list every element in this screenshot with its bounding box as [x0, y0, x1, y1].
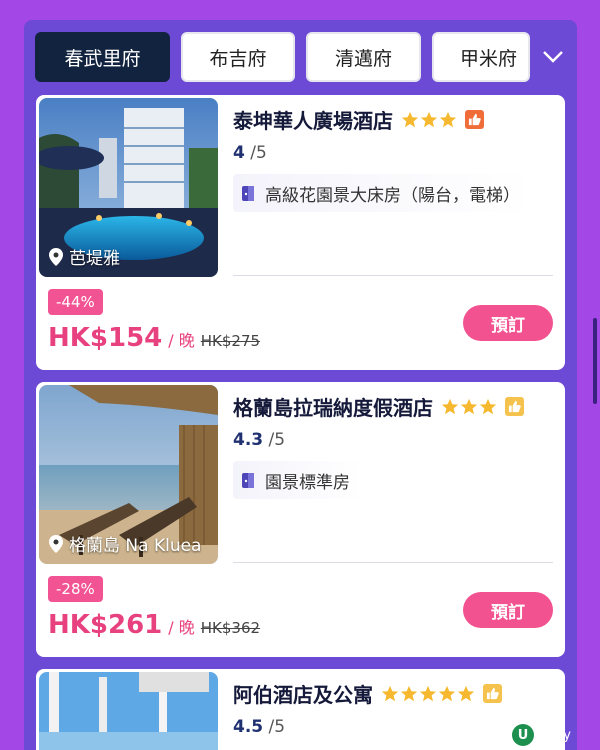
hotel-name-row: 阿伯酒店及公寓	[233, 679, 502, 708]
tab-chonburi[interactable]: 春武里府	[35, 32, 170, 82]
room-icon	[242, 473, 254, 488]
region-tabs: 春武里府 布吉府 清邁府 甲米府	[35, 32, 573, 84]
watermark: U unity	[512, 724, 571, 746]
star-rating	[381, 685, 475, 703]
chevron-down-icon	[543, 51, 563, 63]
star-icon	[441, 398, 459, 414]
hotel-card[interactable]: 阿伯酒店及公寓 4.5 /5	[36, 669, 565, 750]
location-label: 格蘭島 Na Kluea	[49, 531, 201, 556]
star-icon	[401, 111, 419, 127]
star-icon	[420, 111, 438, 127]
hotel-photo[interactable]: 芭堤雅	[39, 98, 218, 277]
room-type: 園景標準房	[233, 461, 362, 499]
guest-rating: 4.3 /5	[233, 430, 285, 450]
original-price: HK$275	[200, 332, 261, 350]
scrollbar[interactable]	[593, 318, 597, 404]
room-type-text: 園景標準房	[265, 472, 350, 493]
hotel-name[interactable]: 格蘭島拉瑞納度假酒店	[233, 392, 433, 421]
room-icon	[242, 186, 254, 201]
hotel-card[interactable]: 芭堤雅 泰坤華人廣場酒店 4 /5 高級花園景大床房（陽台，電梯） -44% H…	[36, 95, 565, 370]
price-row: HK$261 / 晚 HK$362	[48, 610, 260, 640]
star-icon	[439, 111, 457, 127]
room-type: 高級花園景大床房（陽台，電梯）	[233, 174, 532, 212]
discount-badge: -28%	[48, 576, 103, 602]
watermark-logo-icon: U	[512, 724, 534, 746]
rating-score: 4.5	[233, 717, 264, 737]
thumbs-up-badge-icon	[465, 110, 484, 129]
per-night: / 晚	[168, 331, 195, 350]
star-icon	[457, 685, 475, 701]
rating-max: /5	[268, 717, 286, 737]
per-night: / 晚	[168, 618, 195, 637]
star-rating	[441, 398, 497, 416]
price-row: HK$154 / 晚 HK$275	[48, 323, 260, 353]
rating-max: /5	[268, 430, 286, 450]
hotel-name-row: 格蘭島拉瑞納度假酒店	[233, 392, 524, 421]
divider	[233, 562, 553, 563]
thumbs-up-badge-icon	[505, 397, 524, 416]
tab-chiang-mai[interactable]: 清邁府	[306, 32, 421, 82]
star-rating	[401, 111, 457, 129]
location-label: 芭堤雅	[49, 244, 120, 269]
tab-phuket[interactable]: 布吉府	[181, 32, 295, 82]
hotel-name[interactable]: 泰坤華人廣場酒店	[233, 105, 393, 134]
location-text: 格蘭島 Na Kluea	[69, 536, 202, 556]
star-icon	[400, 685, 418, 701]
star-icon	[479, 398, 497, 414]
map-pin-icon	[49, 247, 63, 266]
current-price: HK$154	[48, 323, 163, 353]
star-icon	[460, 398, 478, 414]
current-price: HK$261	[48, 610, 163, 640]
location-text: 芭堤雅	[69, 249, 120, 269]
discount-badge: -44%	[48, 289, 103, 315]
book-button[interactable]: 預訂	[463, 592, 553, 628]
book-button[interactable]: 預訂	[463, 305, 553, 341]
rating-score: 4	[233, 143, 245, 163]
rating-max: /5	[250, 143, 267, 163]
hotel-name[interactable]: 阿伯酒店及公寓	[233, 679, 373, 708]
star-icon	[438, 685, 456, 701]
tab-krabi[interactable]: 甲米府	[432, 32, 530, 82]
room-type-text: 高級花園景大床房（陽台，電梯）	[265, 185, 520, 206]
hotel-photo[interactable]: 格蘭島 Na Kluea	[39, 385, 218, 564]
hotel-name-row: 泰坤華人廣場酒店	[233, 105, 484, 134]
divider	[233, 275, 553, 276]
thumbs-up-badge-icon	[483, 684, 502, 703]
hotel-card[interactable]: 格蘭島 Na Kluea 格蘭島拉瑞納度假酒店 4.3 /5 園景標準房 -28…	[36, 382, 565, 657]
guest-rating: 4.5 /5	[233, 717, 285, 737]
map-pin-icon	[49, 534, 63, 553]
more-tabs-button[interactable]	[533, 32, 573, 82]
star-icon	[381, 685, 399, 701]
star-icon	[419, 685, 437, 701]
rating-score: 4.3	[233, 430, 264, 450]
guest-rating: 4 /5	[233, 143, 267, 163]
watermark-text: unity	[538, 727, 571, 743]
hotel-photo[interactable]	[39, 672, 218, 750]
original-price: HK$362	[200, 619, 261, 637]
